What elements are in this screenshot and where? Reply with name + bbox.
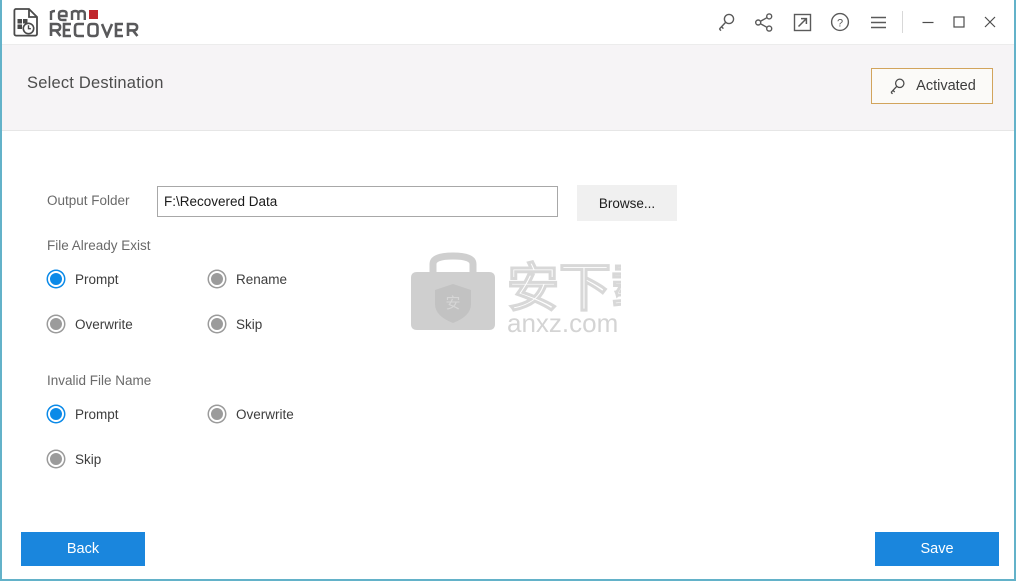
radio-indicator <box>209 316 225 332</box>
invalid-file-name-title: Invalid File Name <box>47 373 152 388</box>
key-icon[interactable] <box>707 0 745 44</box>
close-button[interactable] <box>974 0 1005 44</box>
app-logo <box>13 6 156 38</box>
radio-label: Rename <box>236 271 288 287</box>
radio-indicator <box>48 406 64 422</box>
logo-wordmark-svg <box>49 9 139 38</box>
radio-label: Prompt <box>75 271 119 287</box>
radio-file-exist-rename[interactable]: Rename <box>209 271 287 287</box>
titlebar-divider <box>902 11 903 33</box>
title-bar: ? <box>2 0 1014 45</box>
activated-status-button[interactable]: Activated <box>871 68 993 104</box>
radio-label: Skip <box>236 316 263 332</box>
radio-indicator <box>209 271 225 287</box>
radio-label: Overwrite <box>75 316 133 332</box>
hamburger-menu-icon[interactable] <box>859 0 897 44</box>
radio-file-exist-skip[interactable]: Skip <box>209 316 262 332</box>
page-header-band: Select Destination Activated <box>2 45 1014 131</box>
document-clock-icon <box>13 8 38 37</box>
radio-file-exist-overwrite[interactable]: Overwrite <box>48 316 133 332</box>
radio-indicator <box>48 271 64 287</box>
watermark-shield-glyph: 安 <box>445 294 460 312</box>
browse-button[interactable]: Browse... <box>577 185 677 221</box>
back-button[interactable]: Back <box>21 532 145 566</box>
output-folder-label: Output Folder <box>47 193 130 208</box>
output-folder-input[interactable] <box>157 186 558 217</box>
radio-indicator <box>209 406 225 422</box>
activated-key-icon <box>890 78 905 94</box>
page-title: Select Destination <box>27 74 164 92</box>
minimize-button[interactable] <box>912 0 943 44</box>
radio-indicator <box>48 451 64 467</box>
radio-label: Prompt <box>75 406 119 422</box>
maximize-button[interactable] <box>943 0 974 44</box>
radio-indicator <box>48 316 64 332</box>
site-watermark: 安 安下载 anxz.com <box>399 248 665 338</box>
watermark-domain-text: anxz.com <box>507 308 618 336</box>
activated-label: Activated <box>916 78 976 94</box>
radio-invalid-name-overwrite[interactable]: Overwrite <box>209 406 294 422</box>
app-window: ? Select Destination Activated Output Fo… <box>0 0 1016 581</box>
share-icon[interactable] <box>745 0 783 44</box>
file-already-exist-title: File Already Exist <box>47 238 151 253</box>
radio-label: Skip <box>75 451 102 467</box>
external-link-icon[interactable] <box>783 0 821 44</box>
logo-wordmark <box>48 6 156 38</box>
radio-invalid-name-skip[interactable]: Skip <box>48 451 101 467</box>
radio-invalid-name-prompt[interactable]: Prompt <box>48 406 119 422</box>
svg-text:?: ? <box>837 17 843 29</box>
save-button[interactable]: Save <box>875 532 999 566</box>
radio-label: Overwrite <box>236 406 294 422</box>
titlebar-icon-group: ? <box>707 0 1014 44</box>
logo-red-dot <box>89 10 98 19</box>
radio-file-exist-prompt[interactable]: Prompt <box>48 271 119 287</box>
watermark-cjk-text: 安下载 <box>507 259 621 319</box>
help-icon[interactable]: ? <box>821 0 859 44</box>
